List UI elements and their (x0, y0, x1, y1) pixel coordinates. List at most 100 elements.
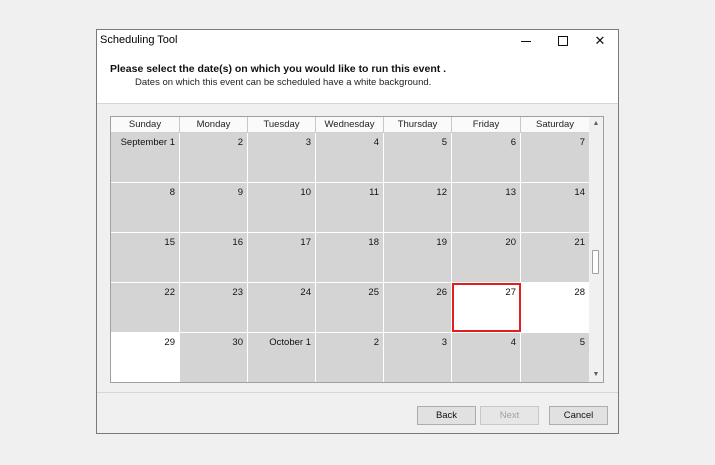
calendar-week-row: 29 30 October 1 2 3 4 5 (111, 333, 590, 382)
day-cell[interactable]: 7 (521, 133, 590, 182)
day-number: 12 (436, 187, 447, 198)
day-number: 2 (237, 137, 243, 148)
title-bar: Scheduling Tool ✕ (97, 30, 618, 52)
day-cell[interactable]: 25 (316, 283, 384, 332)
day-number: 17 (300, 237, 311, 248)
weekday-header-saturday: Saturday (521, 117, 590, 133)
day-cell[interactable]: 9 (180, 183, 248, 232)
day-cell[interactable]: 3 (384, 333, 452, 382)
day-number: 26 (436, 287, 447, 298)
weekday-header-tuesday: Tuesday (248, 117, 316, 133)
window-title: Scheduling Tool (100, 34, 178, 46)
day-cell[interactable]: 26 (384, 283, 452, 332)
instruction-title: Please select the date(s) on which you w… (110, 63, 447, 75)
day-cell[interactable]: October 1 (248, 333, 316, 382)
close-button[interactable]: ✕ (581, 30, 619, 52)
day-number: 3 (305, 137, 311, 148)
scroll-down-icon[interactable]: ▼ (589, 368, 603, 382)
day-cell[interactable]: 10 (248, 183, 316, 232)
day-number: 19 (436, 237, 447, 248)
weekday-header-wednesday: Wednesday (316, 117, 384, 133)
day-number: 16 (232, 237, 243, 248)
day-cell[interactable]: 22 (111, 283, 180, 332)
day-number: 2 (373, 337, 379, 348)
calendar-week-row: 22 23 24 25 26 27 28 (111, 283, 590, 333)
day-cell[interactable]: 29 (111, 333, 180, 382)
day-cell[interactable]: 5 (384, 133, 452, 182)
minimize-button[interactable] (507, 30, 545, 52)
day-cell[interactable]: 6 (452, 133, 521, 182)
day-cell[interactable]: 20 (452, 233, 521, 282)
day-cell[interactable]: 30 (180, 333, 248, 382)
day-number: 28 (574, 287, 585, 298)
day-cell[interactable]: 28 (521, 283, 590, 332)
header-divider (97, 103, 618, 104)
calendar-grid: September 1 2 3 4 5 6 7 8 9 10 11 12 13 14 15 16 17 18 19 2… (111, 133, 590, 382)
day-number: 10 (300, 187, 311, 198)
day-cell[interactable]: 2 (180, 133, 248, 182)
day-cell[interactable]: 21 (521, 233, 590, 282)
cancel-button[interactable]: Cancel (549, 406, 608, 425)
day-cell[interactable]: 16 (180, 233, 248, 282)
calendar-scrollbar[interactable]: ▲ ▼ (589, 117, 603, 382)
calendar-week-row: 8 9 10 11 12 13 14 (111, 183, 590, 233)
day-number: 15 (164, 237, 175, 248)
day-cell[interactable]: September 1 (111, 133, 180, 182)
day-cell[interactable]: 11 (316, 183, 384, 232)
day-number: September 1 (120, 137, 175, 148)
day-number: 20 (505, 237, 516, 248)
day-number: 18 (368, 237, 379, 248)
weekday-header-sunday: Sunday (111, 117, 180, 133)
footer-divider (97, 392, 618, 393)
minimize-icon (521, 40, 531, 42)
instruction-subtitle: Dates on which this event can be schedul… (135, 77, 432, 88)
day-number: 23 (232, 287, 243, 298)
weekday-header-monday: Monday (180, 117, 248, 133)
day-number: 7 (579, 137, 585, 148)
desktop-background (0, 0, 96, 465)
day-number: 5 (579, 337, 585, 348)
weekday-header-friday: Friday (452, 117, 521, 133)
weekday-header-thursday: Thursday (384, 117, 452, 133)
day-number: 5 (441, 137, 447, 148)
day-cell[interactable]: 18 (316, 233, 384, 282)
day-number: 25 (368, 287, 379, 298)
next-button[interactable]: Next (480, 406, 539, 425)
back-button[interactable]: Back (417, 406, 476, 425)
day-cell[interactable]: 27 (452, 283, 521, 332)
scheduling-tool-window: Scheduling Tool ✕ Please select the date… (96, 29, 619, 434)
day-number: 22 (164, 287, 175, 298)
day-cell[interactable]: 8 (111, 183, 180, 232)
instruction-panel: Please select the date(s) on which you w… (97, 52, 618, 103)
scroll-up-icon[interactable]: ▲ (589, 117, 603, 131)
month-calendar: Sunday Monday Tuesday Wednesday Thursday Frid… (110, 116, 604, 383)
day-number: 24 (300, 287, 311, 298)
day-cell[interactable]: 23 (180, 283, 248, 332)
day-number: 4 (373, 137, 379, 148)
day-number: 11 (369, 187, 379, 198)
day-number: 4 (510, 337, 516, 348)
day-cell[interactable]: 2 (316, 333, 384, 382)
calendar-week-row: 15 16 17 18 19 20 21 (111, 233, 590, 283)
day-cell[interactable]: 14 (521, 183, 590, 232)
day-cell[interactable]: 3 (248, 133, 316, 182)
weekday-header: Sunday Monday Tuesday Wednesday Thursday Frid… (111, 117, 590, 133)
day-cell[interactable]: 4 (452, 333, 521, 382)
day-cell[interactable]: 4 (316, 133, 384, 182)
day-cell[interactable]: 12 (384, 183, 452, 232)
day-number: 3 (441, 337, 447, 348)
calendar-week-row: September 1 2 3 4 5 6 7 (111, 133, 590, 183)
scroll-thumb[interactable] (592, 250, 599, 274)
day-number: 29 (164, 337, 175, 348)
day-number: October 1 (269, 337, 311, 348)
day-cell[interactable]: 24 (248, 283, 316, 332)
day-number: 30 (232, 337, 243, 348)
day-number: 21 (574, 237, 585, 248)
day-cell[interactable]: 19 (384, 233, 452, 282)
day-cell[interactable]: 17 (248, 233, 316, 282)
day-cell[interactable]: 13 (452, 183, 521, 232)
day-cell[interactable]: 15 (111, 233, 180, 282)
day-number: 27 (505, 287, 516, 298)
day-cell[interactable]: 5 (521, 333, 590, 382)
maximize-button[interactable] (544, 30, 582, 52)
